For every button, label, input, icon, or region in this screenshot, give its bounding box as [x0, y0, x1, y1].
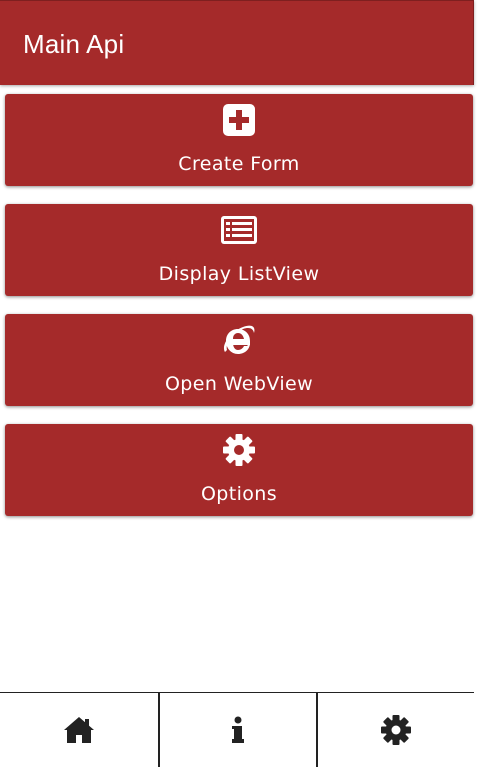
- tab-info[interactable]: [158, 693, 318, 767]
- list-icon: [221, 216, 257, 244]
- bottom-nav: [0, 692, 474, 767]
- gear-icon: [223, 434, 255, 466]
- tab-settings[interactable]: [318, 693, 474, 767]
- internet-explorer-icon: [223, 325, 255, 354]
- home-icon: [64, 717, 94, 743]
- gear-icon: [381, 715, 411, 745]
- tab-home[interactable]: [0, 693, 158, 767]
- create-form-label: Create Form: [178, 153, 300, 175]
- page-title: Main Api: [23, 29, 125, 59]
- options-label: Options: [200, 483, 278, 505]
- options-button[interactable]: Options: [5, 424, 473, 516]
- info-icon: [232, 716, 244, 743]
- display-listview-label: Display ListView: [158, 263, 320, 285]
- display-listview-button[interactable]: Display ListView: [5, 204, 473, 296]
- plus-square-icon: [223, 104, 255, 136]
- app-bar: Main Api: [0, 0, 474, 85]
- open-webview-label: Open WebView: [164, 373, 314, 395]
- create-form-button[interactable]: Create Form: [5, 94, 473, 186]
- open-webview-button[interactable]: Open WebView: [5, 314, 473, 406]
